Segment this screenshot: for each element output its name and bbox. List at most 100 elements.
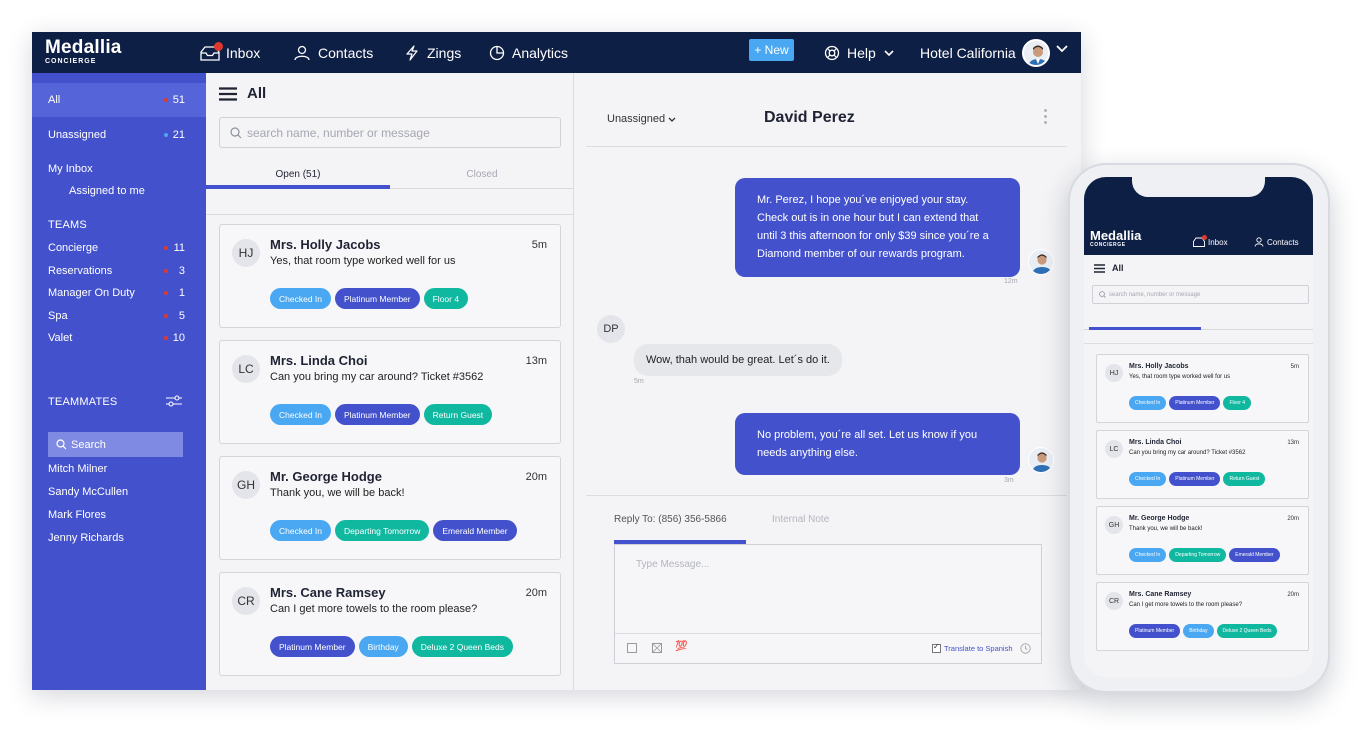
sidebar-item-teammate[interactable]: Mitch Milner [32, 458, 206, 480]
hamburger-menu-icon[interactable] [1094, 263, 1105, 273]
nav-zings[interactable]: Zings [404, 32, 461, 73]
inbox-icon [1193, 235, 1207, 247]
guest-tag[interactable]: Platinum Member [270, 636, 355, 657]
filter-sliders-icon[interactable] [165, 394, 183, 408]
sidebar-item-unassigned[interactable]: Unassigned 21 [32, 124, 206, 146]
translate-label: Translate to Spanish [944, 644, 1013, 653]
phone-nav-contacts[interactable]: Contacts [1254, 237, 1299, 247]
guest-tag[interactable]: Platinum Member [1129, 624, 1181, 638]
guest-tag[interactable]: Floor 4 [1223, 396, 1252, 410]
guest-tag[interactable]: Return Guest [1223, 472, 1266, 486]
guest-tag[interactable]: Emerald Member [433, 520, 517, 541]
contact-initials: GH [1105, 516, 1123, 534]
teams-heading: TEAMS [48, 219, 87, 231]
guest-tag[interactable]: Checked In [1129, 396, 1167, 410]
phone-conversation-card[interactable]: HJ Mrs. Holly Jacobs 5m Yes, that room t… [1096, 354, 1309, 423]
tab-open[interactable]: Open (51) [206, 165, 390, 189]
teammate-name: Jenny Richards [48, 532, 124, 544]
guest-tag[interactable]: Platinum Member [335, 404, 420, 425]
guest-tag[interactable]: Checked In [270, 520, 331, 541]
image-icon[interactable] [652, 643, 662, 653]
phone-conversation-card[interactable]: CR Mrs. Cane Ramsey 20m Can I get more t… [1096, 582, 1309, 651]
guest-tag[interactable]: Platinum Member [1169, 396, 1221, 410]
conversation-search-input[interactable]: search name, number or message [219, 117, 561, 148]
phone-conversation-card[interactable]: LC Mrs. Linda Choi 13m Can you bring my … [1096, 430, 1309, 499]
assignment-dropdown[interactable]: Unassigned [607, 113, 676, 125]
teammate-name: Mitch Milner [48, 463, 108, 475]
translate-checkbox[interactable]: Translate to Spanish [932, 642, 1013, 653]
guest-tag[interactable]: Deluxe 2 Queen Beds [1216, 624, 1278, 638]
tag-list: Checked In Departing Tomorrow Emerald Me… [1129, 548, 1283, 562]
guest-tag[interactable]: Birthday [1183, 624, 1214, 638]
sidebar-item-label: Valet [48, 332, 73, 344]
guest-tag[interactable]: Deluxe 2 Queen Beds [411, 636, 513, 657]
guest-tag[interactable]: Emerald Member [1229, 548, 1280, 562]
sidebar-item-manager-on-duty[interactable]: Manager On Duty 1 [32, 282, 206, 304]
guest-tag[interactable]: Platinum Member [1169, 472, 1221, 486]
sidebar-item-assigned-to-me[interactable]: Assigned to me [32, 180, 206, 202]
new-button[interactable]: + New [749, 39, 794, 61]
sidebar-item-valet[interactable]: Valet 10 [32, 327, 206, 349]
sidebar-item-teammate[interactable]: Jenny Richards [32, 527, 206, 549]
unread-indicator [214, 41, 223, 51]
message-composer[interactable]: Type Message... 💯 Translate to Spanish [614, 544, 1042, 664]
guest-tag[interactable]: Checked In [1129, 548, 1167, 562]
message-time: 13m [525, 355, 547, 367]
emoji-icon[interactable]: 💯 [675, 641, 687, 652]
contact-initials: HJ [232, 239, 260, 267]
attachment-icon[interactable] [627, 643, 637, 653]
help-menu[interactable]: Help [824, 32, 901, 73]
phone-conversation-card[interactable]: GH Mr. George Hodge 20m Thank you, we wi… [1096, 506, 1309, 575]
conversation-card[interactable]: HJ Mrs. Holly Jacobs 5m Yes, that room t… [219, 224, 561, 328]
sidebar-item-reservations[interactable]: Reservations 3 [32, 260, 206, 282]
sidebar-item-teammate[interactable]: Sandy McCullen [32, 481, 206, 503]
hamburger-menu-icon[interactable] [219, 86, 237, 101]
divider [206, 214, 574, 215]
phone-nav-inbox-label: Inbox [1208, 237, 1228, 247]
phone-nav-inbox[interactable]: Inbox [1193, 235, 1228, 247]
sidebar-item-spa[interactable]: Spa 5 [32, 305, 206, 327]
guest-tag[interactable]: Checked In [1129, 472, 1167, 486]
guest-tag[interactable]: Birthday [358, 636, 408, 657]
user-avatar[interactable] [1022, 39, 1050, 67]
guest-tag[interactable]: Checked In [270, 288, 331, 309]
clock-icon[interactable] [1020, 643, 1031, 654]
outgoing-message: No problem, you´re all set. Let us know … [735, 413, 1020, 475]
guest-tag[interactable]: Departing Tomorrow [1169, 548, 1227, 562]
top-navigation-bar: Medallia CONCIERGE Inbox Contacts Zings … [32, 32, 1081, 73]
tag-list: Checked In Platinum Member Floor 4 [1129, 396, 1254, 410]
tab-internal-note[interactable]: Internal Note [772, 514, 829, 525]
sidebar-item-all[interactable]: All 51 [32, 83, 206, 117]
list-title: All [247, 85, 267, 102]
nav-inbox-label: Inbox [226, 44, 261, 61]
composer-toolbar: 💯 Translate to Spanish [615, 633, 1041, 664]
medallia-logo[interactable]: Medallia CONCIERGE [45, 38, 122, 66]
tab-reply-to[interactable]: Reply To: (856) 356-5866 [614, 514, 727, 525]
tag-list: Platinum Member Birthday Deluxe 2 Queen … [1129, 624, 1280, 638]
teammate-search-input[interactable]: Search [48, 432, 183, 457]
sidebar-item-teammate[interactable]: Mark Flores [32, 504, 206, 526]
more-options-icon[interactable] [1043, 109, 1049, 127]
tab-closed[interactable]: Closed [390, 165, 574, 189]
nav-contacts[interactable]: Contacts [293, 32, 373, 73]
nav-inbox[interactable]: Inbox [200, 32, 260, 73]
guest-tag[interactable]: Checked In [270, 404, 331, 425]
sidebar-item-my-inbox[interactable]: My Inbox [32, 158, 206, 180]
nav-analytics[interactable]: Analytics [489, 32, 568, 73]
phone-tab-open[interactable] [1089, 327, 1201, 330]
guest-tag[interactable]: Return Guest [423, 404, 493, 425]
phone-search-input[interactable]: search name, number or message [1092, 285, 1309, 304]
account-chevron-down-icon[interactable] [1056, 45, 1068, 53]
hotel-name[interactable]: Hotel California [920, 32, 1016, 73]
guest-tag[interactable]: Platinum Member [335, 288, 420, 309]
sidebar-item-concierge[interactable]: Concierge 11 [32, 237, 206, 259]
medallia-logo[interactable]: Medallia CONCIERGE [1090, 229, 1141, 248]
conversation-card[interactable]: CR Mrs. Cane Ramsey 20m Can I get more t… [219, 572, 561, 676]
conversation-card[interactable]: GH Mr. George Hodge 20m Thank you, we wi… [219, 456, 561, 560]
conversation-card[interactable]: LC Mrs. Linda Choi 13m Can you bring my … [219, 340, 561, 444]
contact-name: Mrs. Linda Choi [270, 353, 368, 368]
alert-dot [164, 291, 168, 295]
guest-tag[interactable]: Floor 4 [423, 288, 469, 309]
guest-tag[interactable]: Departing Tomorrow [335, 520, 430, 541]
search-label: Search [71, 438, 106, 451]
